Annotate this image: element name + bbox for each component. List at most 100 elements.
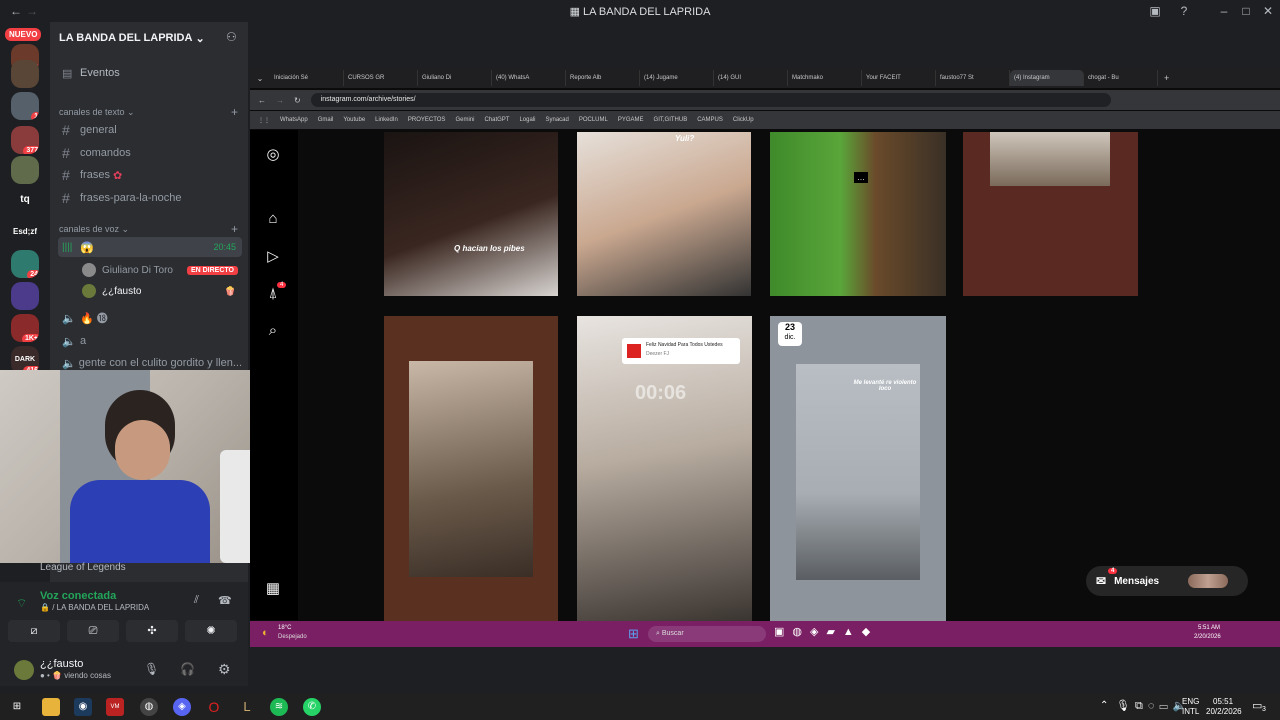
server-icon[interactable]: 1K+ (11, 314, 39, 342)
steam-icon[interactable]: ◉ (74, 698, 92, 716)
back-icon[interactable]: ← (258, 96, 266, 105)
channel-frases[interactable]: # frases ✿ (58, 165, 242, 185)
voice-status[interactable]: Voz conectada (40, 590, 116, 602)
tray-chevron-icon[interactable]: ⌃ (1100, 700, 1108, 711)
league-icon[interactable]: L (238, 698, 256, 716)
add-voice-channel-icon[interactable]: + (231, 222, 238, 236)
more-options-icon[interactable]: … (854, 172, 868, 183)
browser-tab[interactable]: (14) GUI (714, 70, 788, 86)
channel-frases-para-la-noche[interactable]: # frases-para-la-noche (58, 188, 242, 208)
noise-suppression-icon[interactable]: ⫽ (194, 594, 199, 607)
active-voice-channel[interactable]: |||| 😱 20:45 (58, 237, 242, 257)
username[interactable]: ¿¿fausto (40, 658, 83, 670)
server-icon[interactable] (11, 282, 39, 310)
server-icon[interactable]: Esd;zf (11, 218, 39, 246)
browser-tab[interactable]: Giuliano Di (418, 70, 492, 86)
channel-general[interactable]: # general (58, 120, 242, 140)
start-icon[interactable]: ⊞ (628, 626, 639, 642)
browser-tab-active[interactable]: (4) Instagram (1010, 70, 1084, 86)
browser-tab[interactable]: CURSOS GR (344, 70, 418, 86)
notifications-icon[interactable]: ▭ (1252, 699, 1262, 712)
reels-icon[interactable]: ▷ (264, 248, 282, 266)
bookmark[interactable]: LinkedIn (375, 117, 398, 123)
windows-start-icon[interactable]: ⊞ (8, 698, 26, 716)
bookmark[interactable]: WhatsApp (280, 117, 308, 123)
avatar[interactable] (14, 660, 34, 680)
events-item[interactable]: ▤ Eventos (58, 63, 242, 83)
bookmark[interactable]: Gemini (455, 117, 474, 123)
camera-button[interactable]: ⧄ (8, 620, 60, 642)
story-thumbnail[interactable] (384, 316, 558, 622)
whatsapp-icon[interactable]: ✆ (303, 698, 321, 716)
voice-channel-fire[interactable]: 🔈 🔥 ⓲ (58, 308, 242, 328)
forward-icon[interactable]: → (276, 96, 284, 105)
search-icon[interactable]: ⌕ (264, 322, 282, 340)
voice-user[interactable]: Giuliano Di Toro EN DIRECTO (78, 260, 240, 280)
server-icon[interactable]: tq (11, 186, 39, 214)
reload-icon[interactable]: ↻ (294, 96, 301, 105)
add-channel-icon[interactable]: + (231, 105, 238, 119)
category-text[interactable]: canales de texto ⌄ (59, 107, 135, 118)
browser-tab[interactable]: Your FACEIT (862, 70, 936, 86)
settings-gear-icon[interactable]: ⚙ (218, 661, 231, 678)
file-explorer-icon[interactable] (42, 698, 60, 716)
forward-arrow-icon[interactable]: → (24, 4, 40, 18)
server-icon[interactable]: 377 (11, 126, 39, 154)
category-voice[interactable]: canales de voz ⌄ (59, 224, 129, 235)
clock-time[interactable]: 05:51 (1213, 697, 1233, 706)
screen-share-button[interactable]: ⎚ (67, 620, 119, 642)
server-header[interactable]: LA BANDA DEL LAPRIDA ⌄ (50, 22, 248, 54)
story-thumbnail[interactable]: 23 dic. Me levanté re violento loco (770, 316, 946, 622)
story-thumbnail[interactable]: Q hacian los pibes (384, 132, 558, 296)
spotify-icon[interactable]: ≋ (270, 698, 288, 716)
channel-comandos[interactable]: # comandos (58, 143, 242, 163)
browser-tab[interactable]: faustoo77 St (936, 70, 1010, 86)
new-tab-icon[interactable]: + (1164, 73, 1169, 83)
minimize-button[interactable]: – (1212, 2, 1236, 20)
clock-date[interactable]: 20/2/2026 (1206, 707, 1242, 716)
bookmark[interactable]: Logali (519, 117, 535, 123)
browser-tab[interactable]: Matchmako (788, 70, 862, 86)
voicemeeter-icon[interactable]: VM (106, 698, 124, 716)
bookmark[interactable]: PYGAME (618, 117, 644, 123)
browser-tab[interactable]: Iniciación Sé (270, 70, 344, 86)
bookmark[interactable]: CAMPUS (697, 117, 723, 123)
browser-tab[interactable]: (40) WhatsA (492, 70, 566, 86)
more-menu-icon[interactable]: ▦ (264, 580, 282, 598)
browser-tab[interactable]: Reporte Alb (566, 70, 640, 86)
obs-icon[interactable]: ◍ (140, 698, 158, 716)
instagram-logo-icon[interactable]: ◎ (264, 146, 282, 164)
bookmark[interactable]: Synacad (545, 117, 568, 123)
activities-button[interactable]: ✣ (126, 620, 178, 642)
bookmark[interactable]: POCLUML (579, 117, 608, 123)
inbox-icon[interactable]: ▣ (1143, 2, 1167, 20)
tab-search-icon[interactable]: ⌄ (250, 74, 270, 83)
close-button[interactable]: ✕ (1256, 2, 1280, 20)
server-icon[interactable] (11, 60, 39, 88)
voice-location[interactable]: 🔒 / LA BANDA DEL LAPRIDA (40, 603, 149, 612)
bookmark[interactable]: ClickUp (733, 117, 754, 123)
maximize-button[interactable]: □ (1234, 2, 1258, 20)
discord-icon[interactable]: ◈ (173, 698, 191, 716)
story-thumbnail[interactable]: … (770, 132, 946, 296)
server-icon[interactable]: 1 (11, 92, 39, 120)
server-icon[interactable]: 24 (11, 250, 39, 278)
search-box[interactable]: ⌕ Buscar (648, 626, 766, 642)
story-thumbnail[interactable]: Feliz Navidad Para Todos Ustedes Deezer … (577, 316, 752, 622)
bookmark[interactable]: GIT,GITHUB (654, 117, 688, 123)
back-arrow-icon[interactable]: ← (8, 4, 24, 18)
opera-icon[interactable]: O (205, 698, 223, 716)
browser-tab[interactable]: (14) Jugame (640, 70, 714, 86)
help-icon[interactable]: ? (1172, 2, 1196, 20)
bookmark[interactable]: PROYECTOS (408, 117, 446, 123)
invite-icon[interactable]: ⚇ (226, 30, 237, 44)
microphone-icon[interactable]: 🎙 (144, 662, 159, 676)
server-icon[interactable] (11, 156, 39, 184)
disconnect-icon[interactable]: ☎ (218, 594, 232, 607)
address-field[interactable]: instagram.com/archive/stories/ (310, 93, 1111, 107)
apps-icon[interactable]: ⋮⋮ (258, 117, 270, 124)
bookmark[interactable]: Gmail (318, 117, 334, 123)
story-thumbnail[interactable] (963, 132, 1138, 296)
browser-tab[interactable]: chogat - Bu (1084, 70, 1158, 86)
home-icon[interactable]: ⌂ (264, 210, 282, 228)
